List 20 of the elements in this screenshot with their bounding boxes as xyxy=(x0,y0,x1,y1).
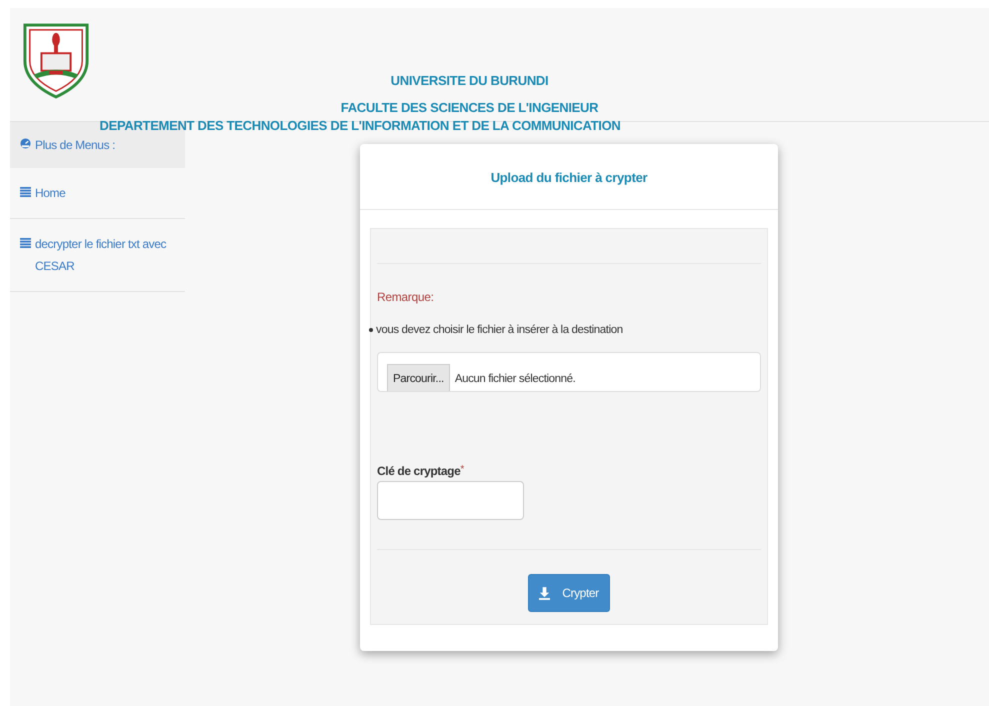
field-label: Clé de cryptage xyxy=(377,464,460,478)
required-mark: * xyxy=(460,464,464,475)
header-title: FACULTE DES SCIENCES DE L'INGENIEUR xyxy=(340,99,598,117)
card-title: Upload du fichier à crypter xyxy=(360,144,778,210)
list-icon xyxy=(20,238,31,248)
browse-button[interactable]: Parcourir... xyxy=(387,364,450,391)
remark-text: vous devez choisir le fichier à insérer à la destination xyxy=(376,324,623,336)
list-icon xyxy=(20,187,31,197)
bullet-icon xyxy=(369,328,373,332)
file-input[interactable]: Parcourir... Aucun fichier sélectionné. xyxy=(377,352,761,392)
download-icon xyxy=(539,586,550,600)
file-status: Aucun fichier sélectionné. xyxy=(454,373,576,387)
remark-label: Remarque: xyxy=(377,290,435,304)
key-input-field[interactable] xyxy=(377,481,524,520)
dashboard-icon xyxy=(20,138,31,149)
header-title: UNIVERSITE DU BURUNDI xyxy=(390,72,548,90)
header-title: DEPARTEMENT DES TECHNOLOGIES DE L'INFORMATION ET DE LA COMMUNICATION xyxy=(100,117,620,135)
sidebar-link[interactable]: decrypter le fichier txt avec CESAR xyxy=(10,219,185,292)
sidebar-link[interactable]: Home xyxy=(10,168,185,219)
encrypt-button[interactable]: Crypter xyxy=(528,574,610,612)
